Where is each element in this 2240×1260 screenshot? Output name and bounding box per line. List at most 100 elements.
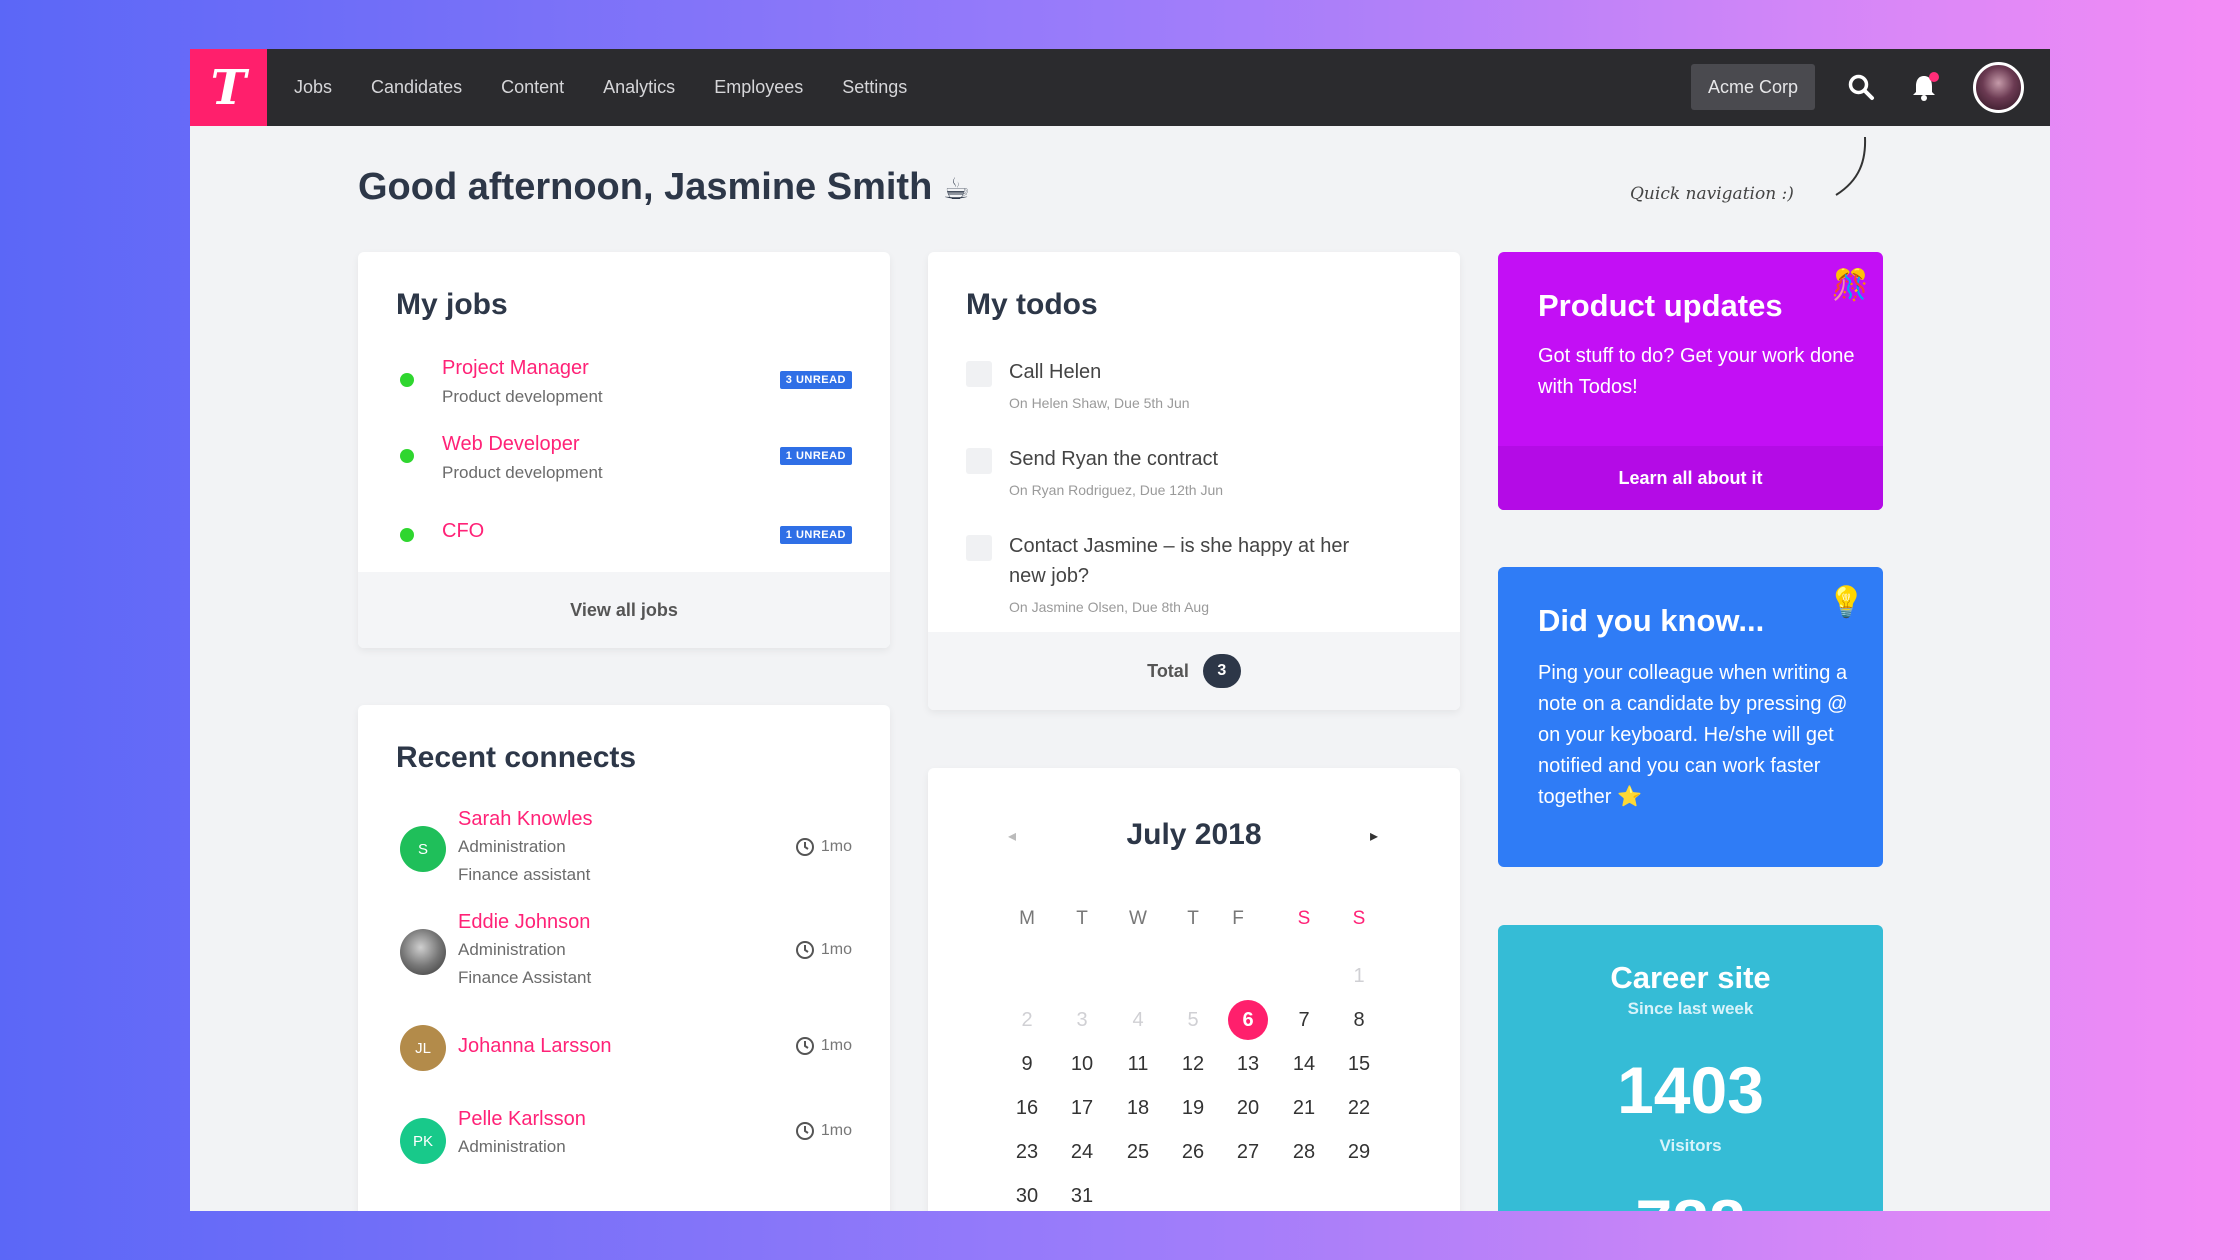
clock-icon [795, 941, 814, 959]
my-jobs-card: My jobs Project Manager Product developm… [358, 252, 890, 648]
job-department: Product development [442, 387, 603, 406]
avatar: S [400, 826, 446, 872]
calendar-card: July 2018 ◂ ▸ M T W T F S S 1 2 3 4 5 6 … [928, 768, 1460, 1211]
weekday-label: S [1352, 908, 1366, 929]
calendar-day[interactable]: 27 [1226, 1132, 1270, 1172]
nav-item-settings[interactable]: Settings [842, 77, 907, 98]
visitors-count: 1403 [1617, 1053, 1764, 1127]
calendar-day[interactable]: 22 [1337, 1088, 1381, 1128]
did-you-know-text: Ping your colleague when writing a note … [1538, 662, 1848, 808]
todo-text[interactable]: Send Ryan the contract [1009, 444, 1389, 474]
logo-letter: T [210, 59, 247, 116]
view-all-jobs-link[interactable]: View all jobs [358, 572, 890, 648]
job-status-dot [400, 449, 414, 463]
todo-meta: On Jasmine Olsen, Due 8th Aug [1009, 599, 1209, 615]
unread-badge: 1 UNREAD [779, 526, 852, 544]
my-todos-title: My todos [966, 288, 1098, 321]
calendar-day[interactable]: 26 [1171, 1132, 1215, 1172]
calendar-day: 3 [1076, 1008, 1088, 1031]
calendar-day[interactable]: 29 [1337, 1132, 1381, 1172]
quick-navigation-hint: Quick navigation :) [1630, 184, 1794, 204]
app-window: T Jobs Candidates Content Analytics Empl… [190, 49, 2050, 1211]
calendar-day[interactable]: 7 [1282, 1000, 1326, 1040]
calendar-day[interactable]: 12 [1171, 1044, 1215, 1084]
job-item[interactable]: Project Manager Product development 3 UN… [396, 357, 852, 407]
lightbulb-icon: 💡 [1827, 586, 1865, 619]
connect-item[interactable]: Eddie Johnson Administration Finance Ass… [396, 911, 852, 991]
calendar-day[interactable]: 15 [1337, 1044, 1381, 1084]
job-title[interactable]: CFO [442, 520, 484, 543]
calendar-day[interactable]: 10 [1060, 1044, 1104, 1084]
calendar-day[interactable]: 9 [1005, 1044, 1049, 1084]
weekday-label: S [1297, 908, 1311, 929]
connect-time-label: 1mo [820, 1037, 852, 1054]
avatar [400, 929, 446, 975]
greeting-text: Good afternoon, Jasmine Smith [358, 166, 933, 208]
nav-item-jobs[interactable]: Jobs [294, 77, 332, 98]
connect-name[interactable]: Eddie Johnson [458, 911, 590, 934]
connect-time: 1mo [795, 1036, 852, 1056]
job-title[interactable]: Web Developer [442, 433, 579, 456]
calendar-day[interactable]: 28 [1282, 1132, 1326, 1172]
calendar-day[interactable]: 20 [1226, 1088, 1270, 1128]
job-title[interactable]: Project Manager [442, 357, 589, 380]
calendar-day[interactable]: 24 [1060, 1132, 1104, 1172]
calendar-day[interactable]: 14 [1282, 1044, 1326, 1084]
nav-item-employees[interactable]: Employees [714, 77, 803, 98]
nav-item-analytics[interactable]: Analytics [603, 77, 675, 98]
bell-icon[interactable] [1908, 71, 1940, 103]
calendar-day[interactable]: 30 [1005, 1176, 1049, 1211]
connect-time: 1mo [795, 1121, 852, 1141]
connect-item[interactable]: PK Pelle Karlsson Administration 1mo [396, 1108, 852, 1168]
org-switcher-button[interactable]: Acme Corp [1691, 64, 1815, 110]
todo-checkbox[interactable] [966, 535, 992, 561]
job-department: Product development [442, 463, 603, 482]
calendar-day[interactable]: 21 [1282, 1088, 1326, 1128]
calendar-day[interactable]: 19 [1171, 1088, 1215, 1128]
todo-text[interactable]: Contact Jasmine – is she happy at her ne… [1009, 531, 1389, 591]
connect-name[interactable]: Johanna Larsson [458, 1035, 611, 1058]
user-avatar[interactable] [1973, 62, 2024, 113]
clock-icon [795, 838, 814, 856]
calendar-day[interactable]: 23 [1005, 1132, 1049, 1172]
todo-checkbox[interactable] [966, 448, 992, 474]
logo[interactable]: T [190, 49, 267, 126]
weekday-label: T [1187, 908, 1199, 929]
calendar-day[interactable]: 18 [1116, 1088, 1160, 1128]
job-item[interactable]: CFO 1 UNREAD [396, 520, 852, 550]
calendar-day[interactable]: 31 [1060, 1176, 1104, 1211]
connect-name[interactable]: Pelle Karlsson [458, 1108, 586, 1131]
calendar-day[interactable]: 16 [1005, 1088, 1049, 1128]
connect-item[interactable]: JL Johanna Larsson 1mo [396, 1023, 852, 1073]
career-site-subtitle: Since last week [1627, 999, 1754, 1018]
connect-role: Finance Assistant [458, 968, 592, 987]
unread-badge: 3 UNREAD [779, 371, 852, 389]
calendar-day[interactable]: 13 [1226, 1044, 1270, 1084]
calendar-day-today[interactable]: 6 [1228, 1000, 1268, 1040]
todo-text[interactable]: Call Helen [1009, 357, 1389, 387]
connect-item[interactable]: S Sarah Knowles Administration Finance a… [396, 808, 852, 888]
todo-checkbox[interactable] [966, 361, 992, 387]
calendar-day[interactable]: 17 [1060, 1088, 1104, 1128]
connect-name[interactable]: Sarah Knowles [458, 808, 593, 831]
prev-month-icon[interactable]: ◂ [1008, 826, 1016, 846]
nav-item-content[interactable]: Content [501, 77, 564, 98]
weekday-label: W [1129, 908, 1147, 929]
job-item[interactable]: Web Developer Product development 1 UNRE… [396, 433, 852, 483]
calendar-day[interactable]: 11 [1116, 1044, 1160, 1084]
weekday-label: M [1019, 908, 1035, 929]
nav-item-candidates[interactable]: Candidates [371, 77, 462, 98]
learn-more-button[interactable]: Learn all about it [1498, 446, 1883, 510]
unread-badge: 1 UNREAD [779, 447, 852, 465]
product-updates-text: Got stuff to do? Get your work done with… [1538, 345, 1855, 398]
search-icon[interactable] [1845, 71, 1877, 103]
did-you-know-title: Did you know... [1538, 603, 1765, 638]
confetti-icon: 🎊 [1831, 269, 1869, 302]
calendar-day[interactable]: 25 [1116, 1132, 1160, 1172]
calendar-day[interactable]: 8 [1337, 1000, 1381, 1040]
avatar: JL [400, 1025, 446, 1071]
product-updates-card: Product updates 🎊 Got stuff to do? Get y… [1498, 252, 1883, 510]
total-label: Total [1147, 660, 1189, 681]
next-month-icon[interactable]: ▸ [1370, 826, 1378, 846]
calendar-day: 2 [1021, 1008, 1033, 1031]
